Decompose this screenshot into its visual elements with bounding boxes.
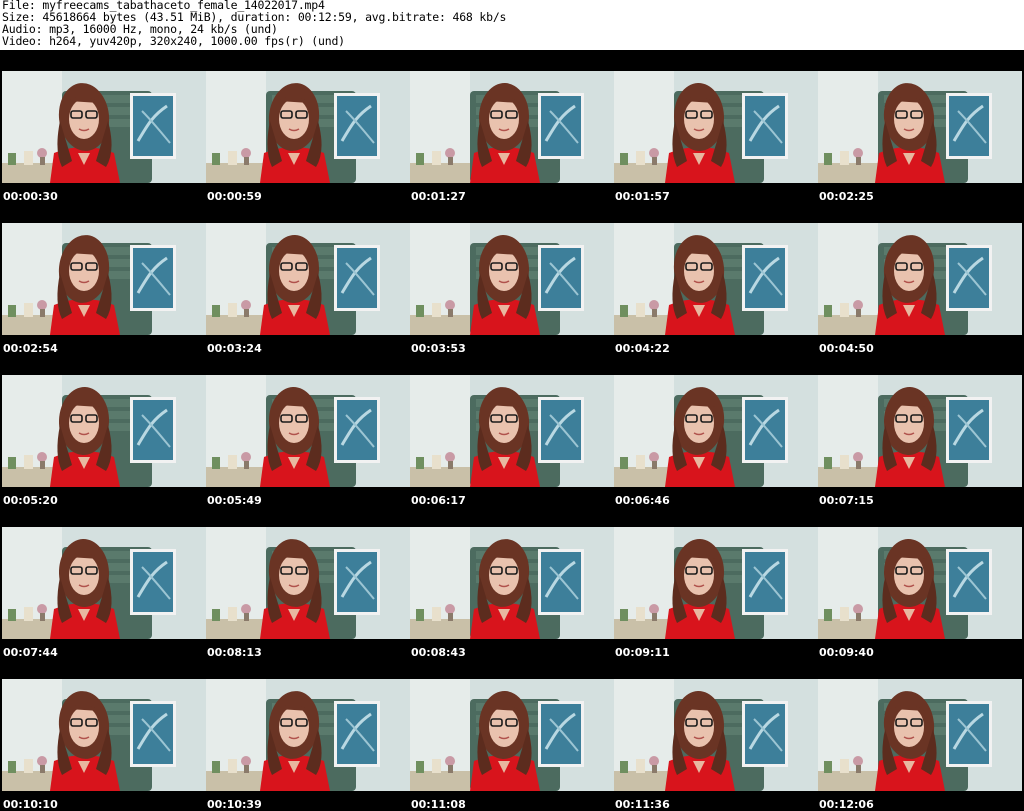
video-frame-thumbnail <box>206 679 410 791</box>
video-frame-thumbnail <box>2 375 206 487</box>
video-frame-thumbnail <box>818 71 1022 183</box>
video-frame-thumbnail <box>410 679 614 791</box>
video-frame-thumbnail <box>410 71 614 183</box>
frame-timestamp: 00:10:10 <box>3 798 58 811</box>
video-frame-thumbnail <box>206 223 410 335</box>
video-frame-thumbnail <box>2 223 206 335</box>
video-frame-thumbnail <box>206 527 410 639</box>
video-frame-thumbnail <box>818 223 1022 335</box>
thumbnail-grid: 00:00:30 00:00:59 00:01:27 00:01:57 00:02:25… <box>0 50 1024 811</box>
video-frame-thumbnail <box>614 375 818 487</box>
thumbnail-row: 00:07:44 00:08:13 00:08:43 00:09:11 00:09:40 <box>0 506 1024 659</box>
video-frame-thumbnail <box>614 71 818 183</box>
thumbnail-row: 00:10:10 00:10:39 00:11:08 00:11:36 00:12:06 <box>0 658 1024 811</box>
thumbnail-row: 00:05:20 00:05:49 00:06:17 00:06:46 00:07:15 <box>0 354 1024 507</box>
video-frame-thumbnail <box>614 679 818 791</box>
frame-timestamp: 00:11:36 <box>615 798 670 811</box>
video-frame-thumbnail <box>410 223 614 335</box>
video-frame-thumbnail <box>410 527 614 639</box>
video-frame-thumbnail <box>2 71 206 183</box>
video-frame-thumbnail <box>818 375 1022 487</box>
video-frame-thumbnail <box>2 527 206 639</box>
video-frame-thumbnail <box>206 375 410 487</box>
thumbnail-row: 00:00:30 00:00:59 00:01:27 00:01:57 00:02:25 <box>0 50 1024 203</box>
video-frame-thumbnail <box>410 375 614 487</box>
video-frame-thumbnail <box>818 527 1022 639</box>
video-frame-thumbnail <box>206 71 410 183</box>
video-frame-thumbnail <box>818 679 1022 791</box>
frame-timestamp: 00:12:06 <box>819 798 874 811</box>
video-frame-thumbnail <box>614 223 818 335</box>
video-frame-thumbnail <box>2 679 206 791</box>
frame-timestamp: 00:10:39 <box>207 798 262 811</box>
video-info-line: Video: h264, yuv420p, 320x240, 1000.00 f… <box>2 34 345 48</box>
frame-timestamp: 00:11:08 <box>411 798 466 811</box>
thumbnail-row: 00:02:54 00:03:24 00:03:53 00:04:22 00:04:50 <box>0 202 1024 355</box>
file-info-header: File: myfreecams_tabathaceto_female_1402… <box>0 0 1024 50</box>
video-frame-thumbnail <box>614 527 818 639</box>
